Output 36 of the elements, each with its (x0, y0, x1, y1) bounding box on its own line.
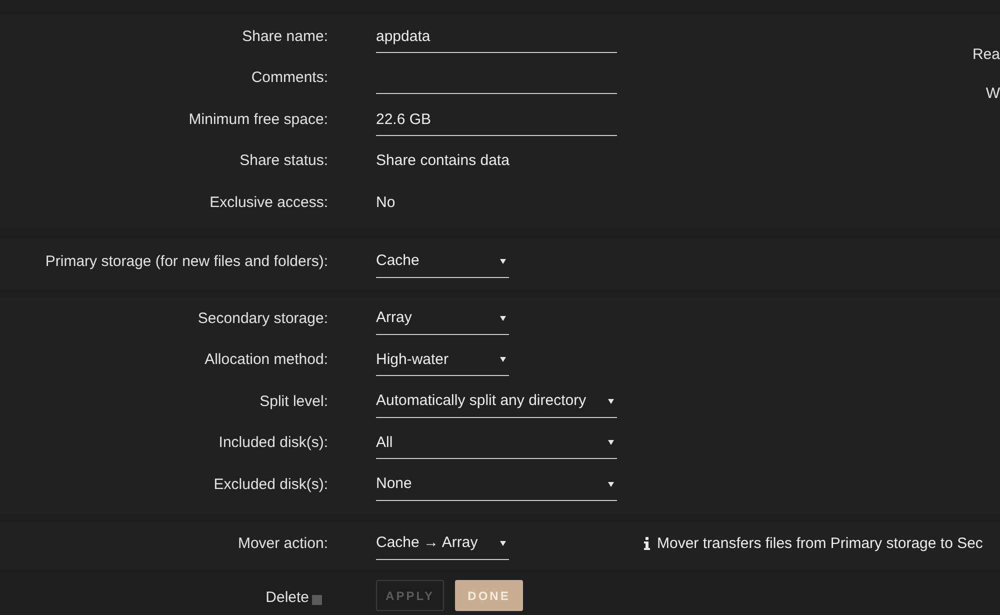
select-dropdown[interactable]: None (376, 468, 617, 501)
caret-icon (500, 357, 506, 362)
field-label: Share name: (241, 26, 328, 46)
field-label: Share status: (238, 151, 328, 171)
field-label: Included disk(s): (218, 433, 328, 453)
select-dropdown[interactable]: Cache → Array (376, 528, 509, 560)
field-label: Comments: (250, 68, 328, 88)
caret-icon (500, 258, 506, 264)
field-value: No (376, 192, 396, 212)
field-label: Primary storage (for new files and folders): (44, 252, 328, 272)
text-input[interactable]: appdata (376, 20, 617, 53)
field-label: Exclusive access: (208, 192, 328, 212)
field-label: Secondary storage: (196, 308, 328, 328)
side-text: Rea (972, 45, 1000, 65)
field-value: Share contains data (376, 151, 510, 171)
select-dropdown[interactable]: Cache (376, 246, 509, 278)
select-dropdown[interactable]: Array (376, 302, 509, 335)
side-text: W (986, 84, 1000, 104)
field-label: Excluded disk(s): (212, 474, 328, 494)
text-input[interactable]: 22.6 GB (376, 104, 617, 136)
field-label: Minimum free space: (188, 110, 328, 130)
select-dropdown[interactable]: Automatically split any directory (376, 386, 617, 418)
caret-icon (608, 440, 614, 446)
caret-icon (608, 398, 614, 404)
field-label: Mover action: (236, 534, 328, 554)
select-dropdown[interactable]: All (376, 427, 617, 460)
caret-icon (500, 316, 506, 321)
caret-icon (500, 540, 506, 546)
info-icon (644, 537, 650, 550)
field-label: Allocation method: (204, 350, 328, 370)
caret-icon (608, 482, 614, 487)
delete-label: Delete (266, 588, 309, 608)
field-label: Split level: (258, 392, 328, 412)
info-note: Mover transfers files from Primary storage to Sec (657, 534, 983, 554)
select-dropdown[interactable]: High-water (376, 344, 509, 376)
delete-checkbox[interactable] (312, 595, 322, 606)
